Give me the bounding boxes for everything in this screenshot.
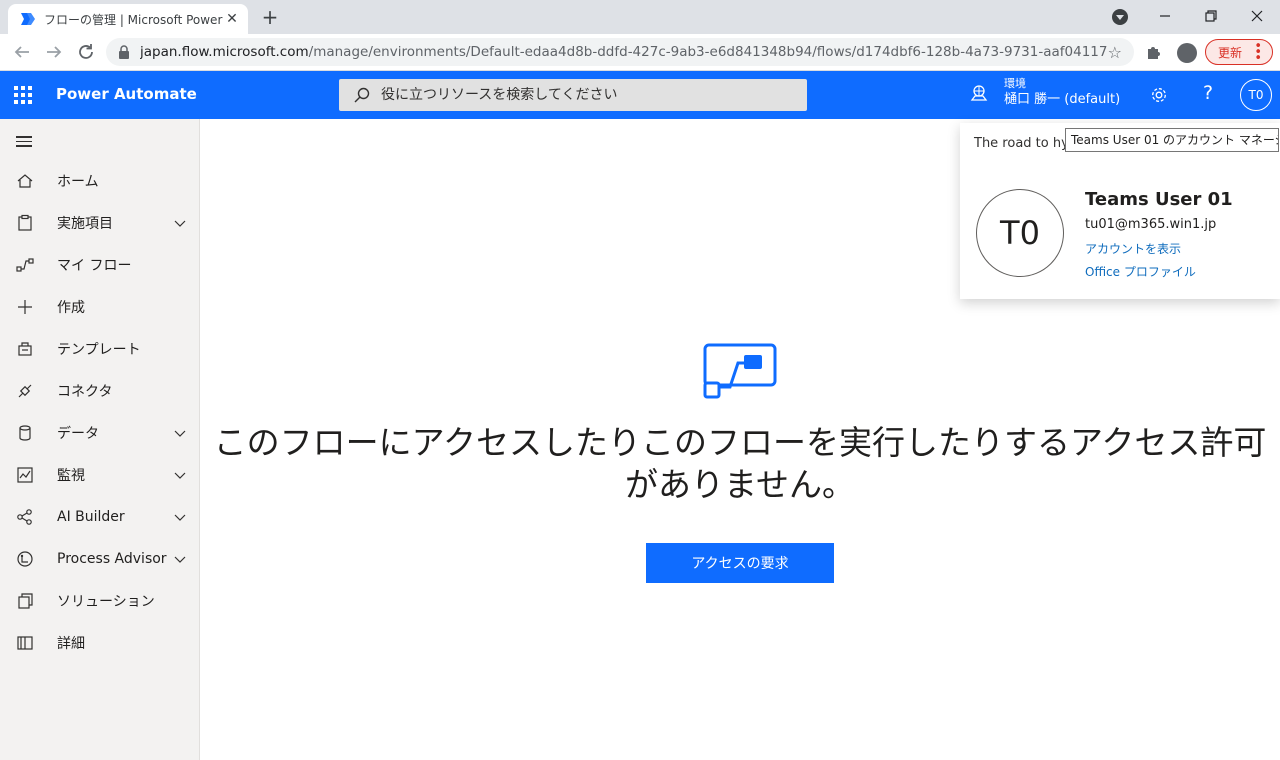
lock-icon[interactable] [118, 45, 130, 59]
sidebar-item-create[interactable]: 作成 [0, 287, 200, 327]
sidebar-item-label: マイ フロー [57, 258, 132, 274]
sidebar-item-label: コネクタ [57, 384, 113, 400]
bookmark-star-icon[interactable]: ☆ [1108, 43, 1122, 62]
template-icon [18, 342, 32, 356]
sidebar-item-learn[interactable]: 詳細 [0, 623, 200, 663]
chevron-down-icon [174, 556, 186, 563]
account-banner-text: The road to hy [974, 136, 1069, 151]
power-automate-favicon-icon [21, 13, 35, 25]
sidebar-item-label: 実施項目 [57, 216, 113, 232]
environment-name: 樋口 勝一 (default) [1004, 92, 1121, 107]
chevron-down-icon [174, 514, 186, 521]
monitor-icon [17, 467, 33, 483]
update-label: 更新 [1218, 45, 1243, 60]
account-avatar-button[interactable]: T0 [1240, 79, 1272, 111]
account-avatar: T0 [976, 189, 1064, 277]
sidebar-item-label: AI Builder [57, 509, 125, 525]
left-navigation: ホーム 実施項目 マイ フロー 作成 テンプレート コネクタ データ 監視 AI… [0, 119, 200, 760]
more-menu-icon: • • • [1254, 39, 1262, 66]
sidebar-item-home[interactable]: ホーム [0, 161, 200, 201]
resource-search-box[interactable] [339, 79, 807, 111]
clipboard-icon [18, 214, 32, 231]
new-tab-button[interactable]: + [260, 7, 280, 27]
sidebar-item-templates[interactable]: テンプレート [0, 329, 200, 369]
plus-icon [18, 300, 32, 314]
back-icon[interactable] [10, 40, 34, 64]
app-header: Power Automate 環境 樋口 勝一 (default) ? T0 [0, 71, 1280, 119]
sidebar-item-data[interactable]: データ [0, 413, 200, 453]
restore-icon[interactable] [1199, 4, 1223, 28]
sidebar-item-action-items[interactable]: 実施項目 [0, 203, 200, 243]
chevron-down-icon [174, 220, 186, 227]
ai-builder-icon [17, 509, 32, 525]
help-icon[interactable]: ? [1198, 82, 1218, 104]
request-access-button[interactable]: アクセスの要求 [646, 543, 834, 583]
sidebar-item-my-flows[interactable]: マイ フロー [0, 245, 200, 285]
view-account-link[interactable]: アカウントを表示 [1085, 240, 1181, 257]
browser-tab[interactable]: フローの管理 | Microsoft Power Automate ✕ [8, 4, 248, 34]
office-profile-link[interactable]: Office プロファイル [1085, 263, 1196, 280]
flow-access-denied-illustration-icon [703, 343, 777, 399]
window-close-icon[interactable] [1245, 4, 1269, 28]
tab-close-icon[interactable]: ✕ [224, 11, 240, 27]
sidebar-item-label: テンプレート [57, 342, 141, 358]
sidebar-item-label: データ [57, 426, 99, 442]
reload-icon[interactable] [74, 40, 98, 64]
app-title[interactable]: Power Automate [56, 85, 197, 103]
account-manager-tooltip: Teams User 01 のアカウント マネージャー [1065, 128, 1279, 152]
sidebar-item-solutions[interactable]: ソリューション [0, 581, 200, 621]
search-input[interactable] [381, 87, 807, 103]
account-name: Teams User 01 [1085, 189, 1233, 210]
chevron-down-icon [174, 430, 186, 437]
access-denied-message: このフローにアクセスしたりこのフローを実行したりするアクセス許可がありません。 [213, 423, 1267, 504]
sidebar-item-label: Process Advisor [57, 551, 167, 567]
url-host: japan.flow.microsoft.com [140, 44, 309, 60]
extensions-puzzle-icon[interactable] [1145, 43, 1163, 61]
home-icon [17, 174, 33, 188]
browser-tab-strip: フローの管理 | Microsoft Power Automate ✕ + [0, 0, 1280, 34]
sidebar-item-label: 詳細 [57, 636, 85, 652]
sidebar-item-ai-builder[interactable]: AI Builder [0, 497, 200, 537]
browser-update-button[interactable]: 更新 • • • [1205, 39, 1273, 65]
flow-icon [16, 258, 34, 272]
environment-picker[interactable]: 環境 樋口 勝一 (default) [970, 77, 1120, 109]
search-icon [354, 87, 370, 103]
forward-icon[interactable] [42, 40, 66, 64]
browser-profile-icon[interactable] [1177, 43, 1197, 63]
database-icon [19, 425, 31, 441]
sidebar-item-process-advisor[interactable]: Process Advisor [0, 539, 200, 579]
app-launcher-waffle-icon[interactable] [14, 86, 32, 104]
sidebar-item-monitor[interactable]: 監視 [0, 455, 200, 495]
sidebar-item-label: 作成 [57, 300, 85, 316]
nav-collapse-hamburger-icon[interactable] [16, 136, 32, 148]
url-path: /manage/environments/Default-edaa4d8b-dd… [308, 44, 1108, 60]
sidebar-item-connectors[interactable]: コネクタ [0, 371, 200, 411]
address-bar[interactable]: japan.flow.microsoft.com/manage/environm… [106, 38, 1134, 66]
account-email: tu01@m365.win1.jp [1085, 217, 1217, 232]
browser-toolbar: japan.flow.microsoft.com/manage/environm… [0, 34, 1280, 71]
book-icon [17, 636, 33, 650]
settings-gear-icon[interactable] [1150, 86, 1168, 104]
tab-search-icon[interactable] [1112, 9, 1128, 25]
process-advisor-icon [17, 551, 33, 567]
chevron-down-icon [174, 472, 186, 479]
sidebar-item-label: ソリューション [57, 594, 155, 610]
minimize-icon[interactable] [1153, 4, 1177, 28]
solution-icon [18, 593, 33, 609]
environment-icon [970, 85, 988, 101]
sidebar-item-label: 監視 [57, 468, 85, 484]
environment-label: 環境 [1004, 77, 1026, 90]
connector-icon [18, 384, 32, 398]
sidebar-item-label: ホーム [57, 174, 99, 190]
url-text[interactable]: japan.flow.microsoft.com/manage/environm… [140, 44, 1108, 60]
tab-title: フローの管理 | Microsoft Power Automate [44, 12, 224, 27]
